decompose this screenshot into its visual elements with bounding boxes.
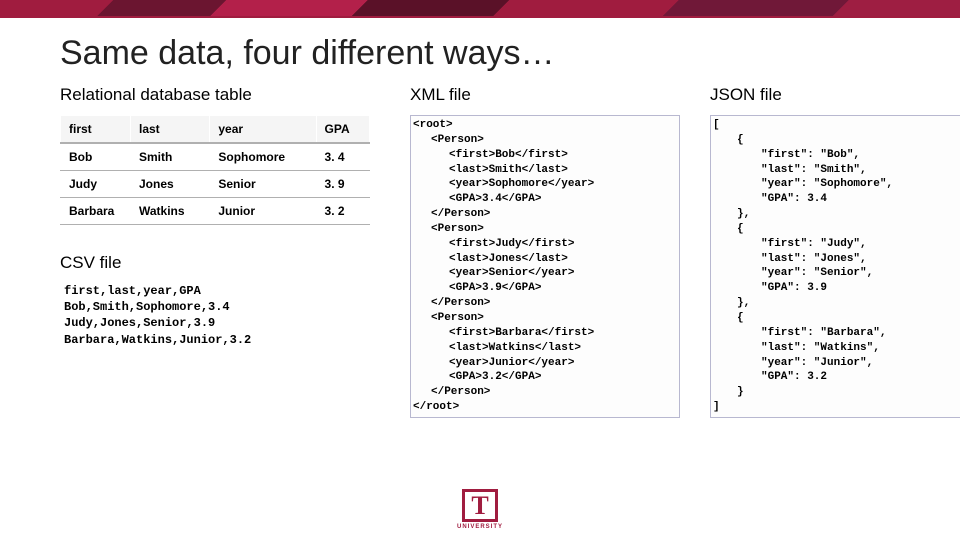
table-body: Bob Smith Sophomore 3. 4 Judy Jones Seni… [61, 143, 370, 225]
json-heading: JSON file [710, 85, 960, 105]
csv-block: CSV file first,last,year,GPA Bob,Smith,S… [60, 253, 380, 348]
col-gpa: GPA [316, 116, 369, 144]
brand-logo: T UNIVERSITY [457, 489, 503, 530]
relational-table: first last year GPA Bob Smith Sophomore … [60, 115, 370, 225]
content-grid: Relational database table first last yea… [0, 85, 960, 418]
xml-content: <root><Person><first>Bob</first><last>Sm… [413, 118, 677, 415]
table-header-row: first last year GPA [61, 116, 370, 144]
json-column: JSON file [{"first": "Bob","last": "Smit… [710, 85, 960, 418]
json-content: [{"first": "Bob","last": "Smith","year":… [713, 118, 960, 415]
csv-content: first,last,year,GPA Bob,Smith,Sophomore,… [60, 283, 380, 348]
col-first: first [61, 116, 131, 144]
table-row: Bob Smith Sophomore 3. 4 [61, 143, 370, 171]
json-codebox: [{"first": "Bob","last": "Smith","year":… [710, 115, 960, 418]
xml-heading: XML file [410, 85, 680, 105]
header-banner [0, 0, 960, 18]
xml-column: XML file <root><Person><first>Bob</first… [410, 85, 680, 418]
table-row: Barbara Watkins Junior 3. 2 [61, 198, 370, 225]
table-row: Judy Jones Senior 3. 9 [61, 171, 370, 198]
logo-word: UNIVERSITY [457, 524, 503, 530]
relational-heading: Relational database table [60, 85, 380, 105]
xml-codebox: <root><Person><first>Bob</first><last>Sm… [410, 115, 680, 418]
col-last: last [131, 116, 210, 144]
slide-title: Same data, four different ways… [0, 18, 960, 85]
left-column: Relational database table first last yea… [60, 85, 380, 418]
col-year: year [210, 116, 316, 144]
logo-letter: T [462, 489, 497, 522]
csv-heading: CSV file [60, 253, 380, 273]
